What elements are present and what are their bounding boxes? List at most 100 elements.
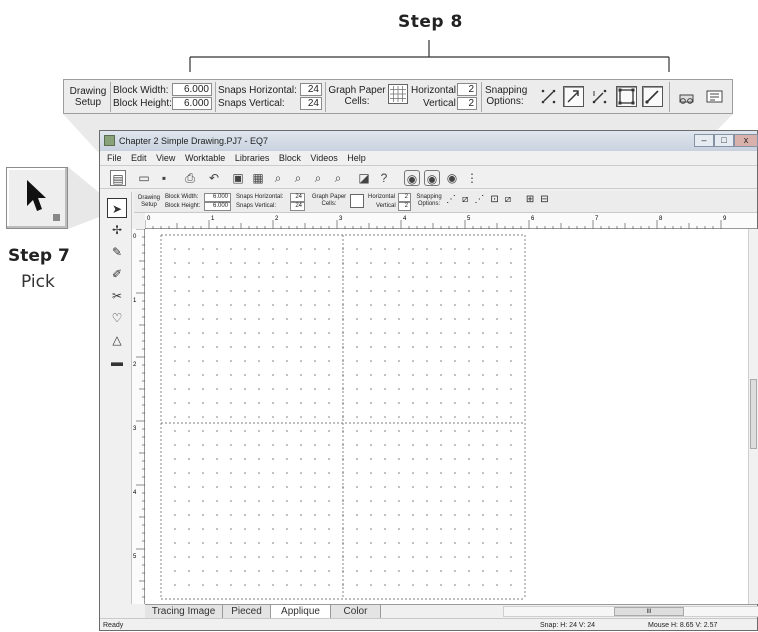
ruler-label: 1 — [211, 216, 215, 222]
tab-tracing-image[interactable]: Tracing Image — [145, 605, 223, 618]
undo-icon[interactable]: ↶ — [206, 170, 222, 186]
block-height-small-label: Block Height: — [165, 203, 201, 209]
refresh-view-icon[interactable]: ⌕ — [310, 170, 326, 186]
ruler-label: 4 — [133, 490, 137, 496]
eq7-window: Chapter 2 Simple Drawing.PJ7 - EQ7 – □ x… — [99, 130, 758, 631]
snap-line-icon[interactable] — [642, 86, 663, 107]
app-icon — [104, 135, 115, 146]
drawing-tools-palette: ➤ ✢ ✎ ✐ ✂ ♡ △ ▬ — [103, 192, 132, 604]
open-folder-icon[interactable]: ▭ — [136, 170, 152, 186]
help-pointer-icon[interactable]: ? — [376, 170, 392, 186]
snaps-horizontal-label: Snaps Horizontal: — [218, 85, 297, 96]
block-height-small-input[interactable]: 6.000 — [204, 202, 231, 211]
snaps-horizontal-small-label: Snaps Horizontal: — [236, 194, 284, 200]
ruler-label: 7 — [595, 216, 599, 222]
menu-videos[interactable]: Videos — [310, 151, 337, 165]
block-width-input[interactable]: 6.000 — [172, 83, 212, 96]
title-bar: Chapter 2 Simple Drawing.PJ7 - EQ7 — [100, 131, 757, 151]
menu-bar: File Edit View Worktable Libraries Block… — [100, 151, 757, 165]
drawing-worktable[interactable] — [145, 229, 748, 604]
grid-tool-icon[interactable]: ▬ — [107, 352, 127, 372]
block-width-small-label: Block Width: — [165, 194, 199, 200]
snaps-vertical-input[interactable]: 24 — [300, 97, 322, 110]
quilt-view-icon[interactable]: ◉ — [424, 170, 440, 186]
properties-icon[interactable] — [704, 86, 725, 107]
pencil-icon[interactable]: ✎ — [107, 242, 127, 262]
snaps-vertical-small-label: Snaps Vertical: — [236, 203, 277, 209]
snap-grid-icon[interactable] — [538, 86, 559, 107]
menu-file[interactable]: File — [107, 151, 122, 165]
main-toolbar: ▤ ▭ ▪ ⎙ ↶ ▣ ▦ ⌕ ⌕ ⌕ ⌕ ◪ ? ◉ ◉ ◉ ⋮ — [100, 165, 757, 189]
snap-node-icon[interactable] — [563, 86, 584, 107]
vertical-small-input[interactable]: 2 — [398, 202, 411, 211]
vertical-cells-label: Vertical — [423, 98, 456, 109]
toolbar-more-icon[interactable]: ⋮ — [464, 170, 480, 186]
menu-edit[interactable]: Edit — [131, 151, 147, 165]
vertical-scrollbar[interactable] — [748, 229, 758, 604]
horizontal-cells-input[interactable]: 2 — [457, 83, 477, 96]
fit-to-worktable-icon[interactable]: ⌕ — [330, 170, 346, 186]
add-to-sketchbook-icon[interactable]: ▣ — [230, 170, 246, 186]
menu-block[interactable]: Block — [279, 151, 301, 165]
vertical-cells-input[interactable]: 2 — [457, 97, 477, 110]
worktable-icon[interactable]: ▤ — [110, 170, 126, 186]
block-view-icon[interactable]: ◉ — [404, 170, 420, 186]
shape-pointer-icon[interactable]: ✢ — [107, 220, 127, 240]
snap-options-small-icons[interactable]: ⋰⧄⋰⊡⧄ ⊞⊟ — [446, 194, 555, 206]
pick-tool-enlarged — [6, 167, 68, 229]
ruler-label: 9 — [723, 216, 727, 222]
menu-libraries[interactable]: Libraries — [235, 151, 270, 165]
print-icon[interactable]: ⎙ — [182, 170, 198, 186]
arrow-pointer-icon[interactable]: ➤ — [107, 198, 127, 218]
snaps-vertical-small-input[interactable]: 24 — [290, 202, 305, 211]
horizontal-small-input[interactable]: 2 — [398, 193, 411, 202]
block-width-small-input[interactable]: 6.000 — [204, 193, 231, 202]
bezier-icon[interactable]: ✐ — [107, 264, 127, 284]
zoom-out-icon[interactable]: ⌕ — [290, 170, 306, 186]
drawing-setup-small-label: Drawing Setup — [137, 195, 160, 208]
drawing-setup-toolbar: Drawing Setup Block Width: Block Height: … — [134, 191, 757, 213]
ruler-label: 5 — [133, 554, 137, 560]
drawing-setup-label: Drawing Setup — [69, 86, 107, 108]
ruler-label: 6 — [531, 216, 535, 222]
worktable-tabs: Tracing Image Pieced Applique Color III — [145, 604, 758, 618]
snaps-horizontal-small-input[interactable]: 24 — [290, 193, 305, 202]
tab-color[interactable]: Color — [331, 605, 381, 618]
block-height-input[interactable]: 6.000 — [172, 97, 212, 110]
status-mouse: Mouse H: 8.65 V: 2.57 — [648, 622, 718, 629]
drawing-setup-toolbar-enlarged: Drawing Setup Block Width: Block Height: … — [63, 79, 733, 114]
paint-icon[interactable]: ✂ — [107, 286, 127, 306]
menu-worktable[interactable]: Worktable — [185, 151, 225, 165]
snap-both-icon[interactable] — [589, 86, 610, 107]
graph-paper-grid-icon[interactable] — [388, 84, 408, 104]
window-title: Chapter 2 Simple Drawing.PJ7 - EQ7 — [119, 136, 269, 146]
maximize-icon[interactable]: □ — [714, 134, 734, 147]
status-snap: Snap: H: 24 V: 24 — [540, 622, 595, 629]
view-sketchbook-icon[interactable]: ▦ — [250, 170, 266, 186]
minimize-icon[interactable]: – — [694, 134, 714, 147]
ruler-label: 8 — [659, 216, 663, 222]
horizontal-scroll-thumb[interactable]: III — [614, 607, 684, 616]
horizontal-scrollbar[interactable]: III — [503, 606, 758, 617]
close-icon[interactable]: x — [734, 134, 758, 147]
snap-frame-icon[interactable] — [616, 86, 637, 107]
tab-applique[interactable]: Applique — [271, 605, 331, 618]
image-icon[interactable]: ◪ — [356, 170, 372, 186]
tab-pieced[interactable]: Pieced — [223, 605, 271, 618]
graph-paper-grid-small-icon[interactable] — [350, 194, 364, 208]
ruler-label: 2 — [275, 216, 279, 222]
snapping-options-label: Snapping Options: — [485, 85, 528, 107]
block-width-label: Block Width: — [113, 85, 169, 96]
ruler-label: 3 — [133, 426, 137, 432]
save-icon[interactable]: ▪ — [156, 170, 172, 186]
heart-shape-icon[interactable]: ♡ — [107, 308, 127, 328]
zoom-in-icon[interactable]: ⌕ — [270, 170, 286, 186]
sketch-view-icon[interactable]: ◉ — [444, 170, 460, 186]
vertical-scroll-thumb[interactable] — [750, 379, 757, 449]
menu-view[interactable]: View — [156, 151, 175, 165]
snaps-horizontal-input[interactable]: 24 — [300, 83, 322, 96]
polygon-icon[interactable]: △ — [107, 330, 127, 350]
print-preview-icon[interactable] — [676, 86, 697, 107]
menu-help[interactable]: Help — [347, 151, 366, 165]
ruler-label: 0 — [133, 234, 137, 240]
